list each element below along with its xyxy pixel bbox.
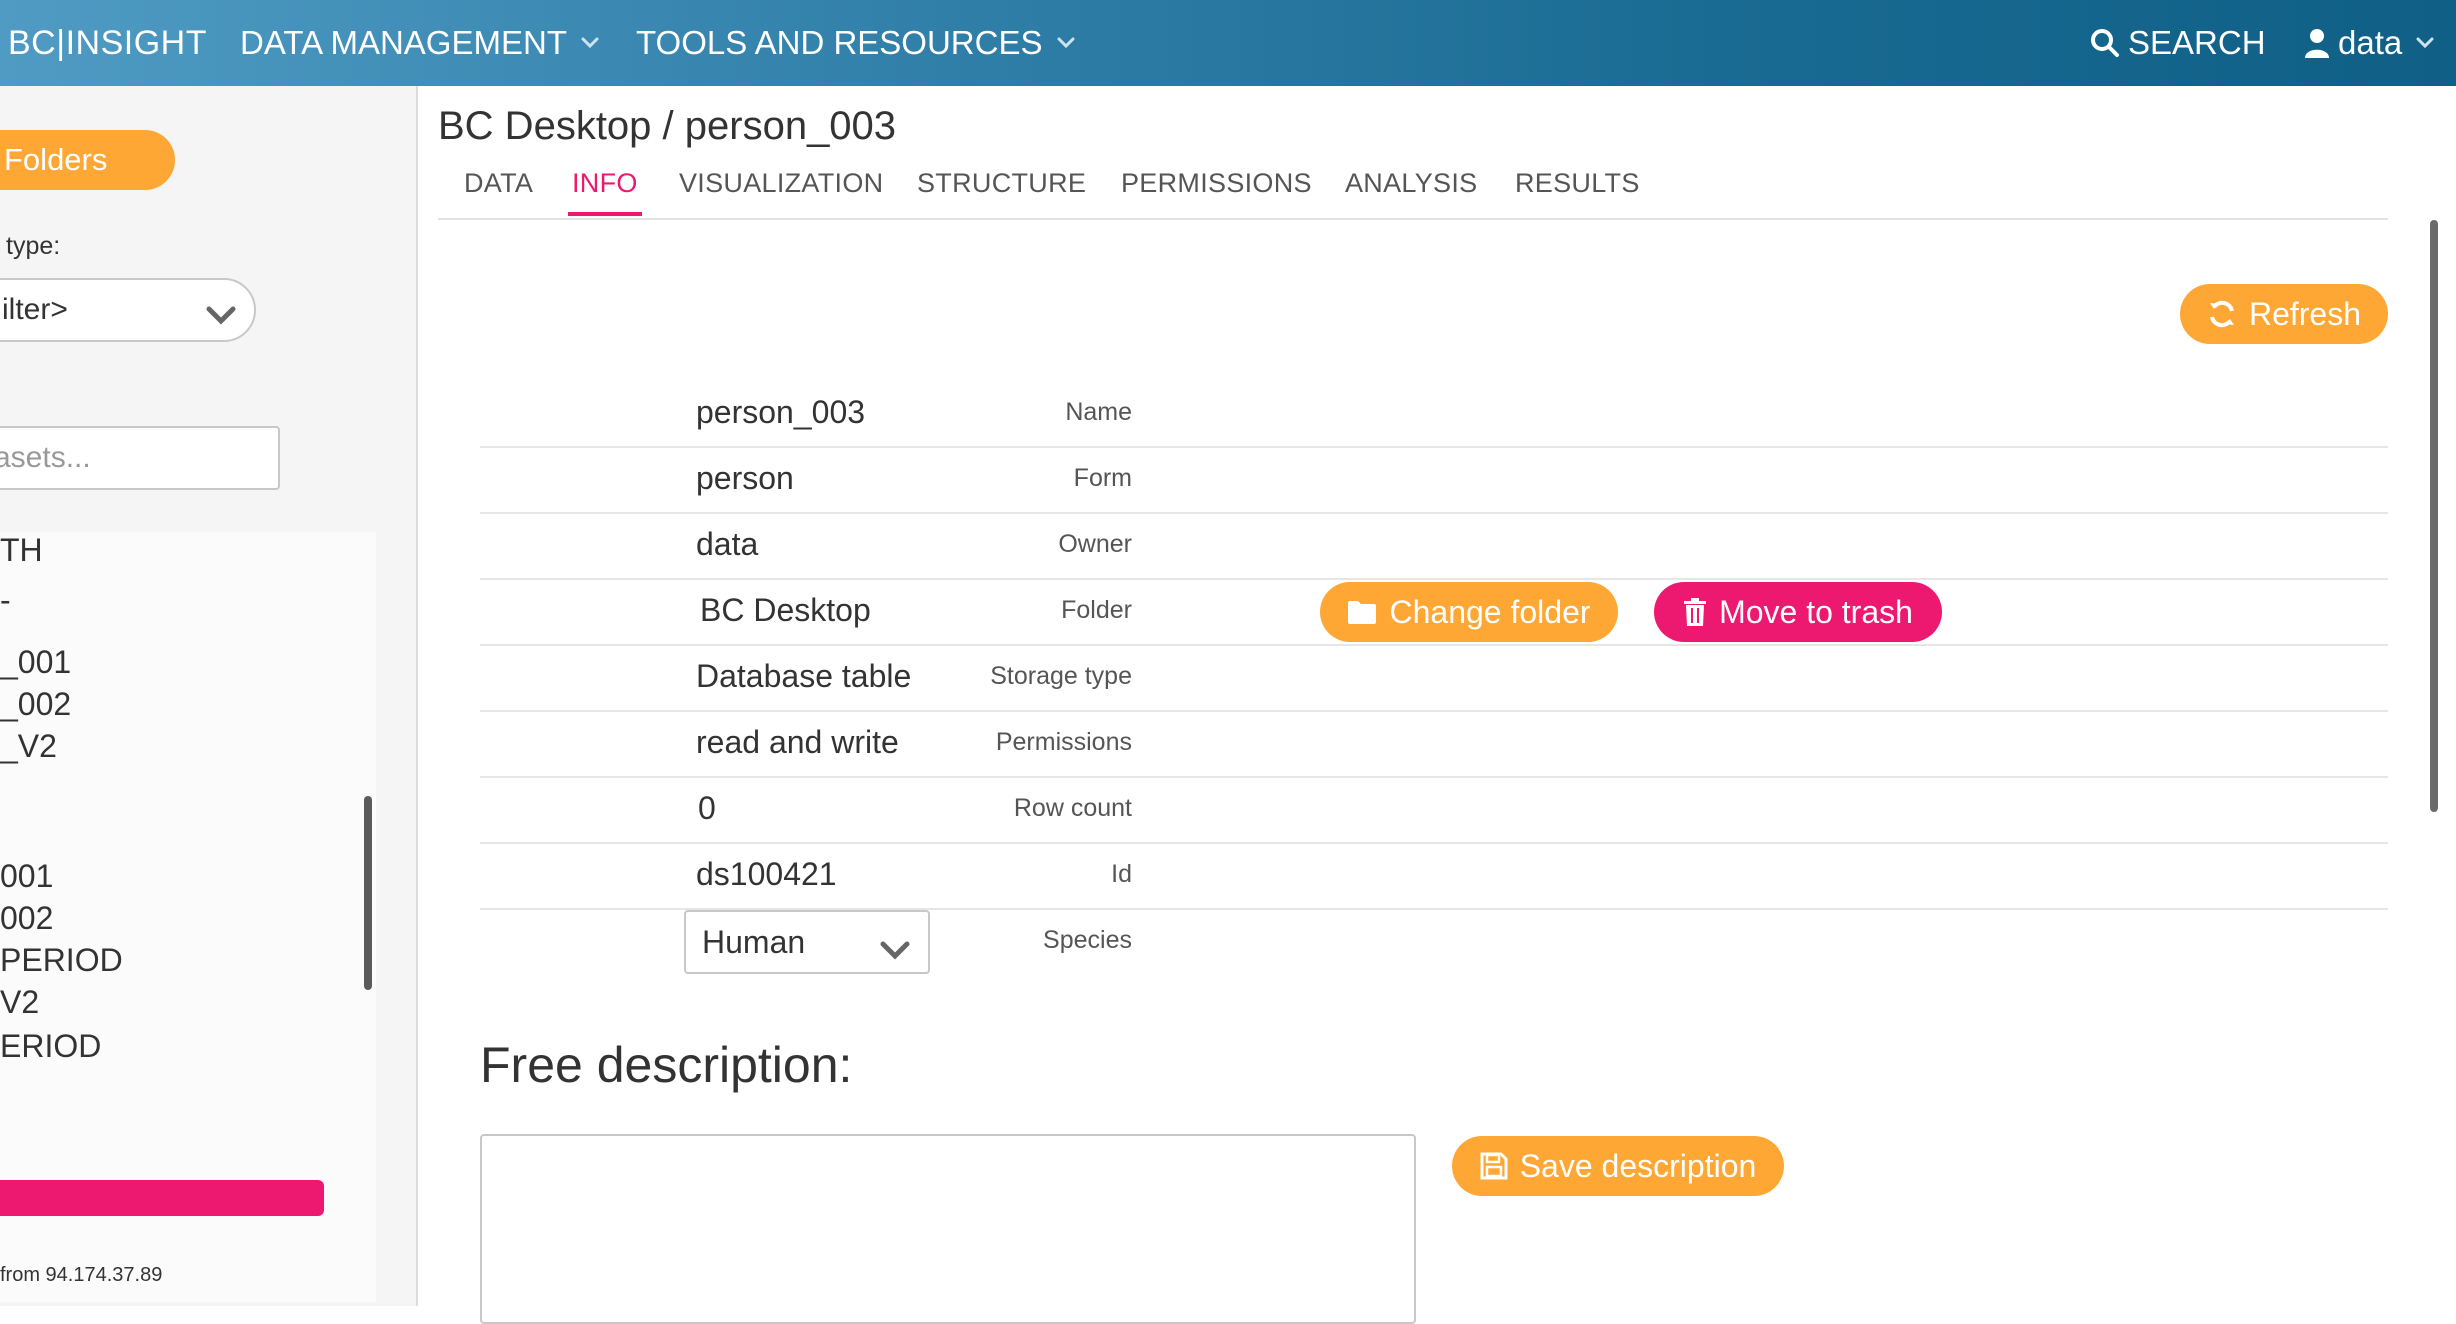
dataset-search-placeholder: asets...: [0, 441, 91, 474]
nav-tools-resources-label: TOOLS AND RESOURCES: [636, 24, 1043, 61]
nav-search[interactable]: SEARCH: [2090, 0, 2266, 86]
chevron-down-icon: [2416, 37, 2434, 49]
change-folder-button[interactable]: Change folder: [1320, 582, 1618, 642]
refresh-icon: [2207, 299, 2237, 329]
info-row-id: Id ds100421: [480, 844, 2388, 910]
chevron-down-icon: [581, 37, 599, 49]
info-label: Species: [1043, 926, 1132, 954]
refresh-button-label: Refresh: [2248, 295, 2362, 332]
info-value: 0: [698, 790, 716, 826]
nav-data-management[interactable]: DATA MANAGEMENT: [240, 0, 599, 86]
species-select-value: Human: [702, 923, 806, 960]
info-value: BC Desktop: [700, 592, 871, 628]
list-item[interactable]: ERIOD: [0, 1028, 101, 1065]
tab-analysis[interactable]: ANALYSIS: [1345, 168, 1477, 199]
list-item[interactable]: TH: [0, 532, 43, 569]
info-label: Folder: [1061, 596, 1132, 624]
info-value: data: [696, 526, 759, 562]
save-description-label: Save description: [1519, 1147, 1757, 1184]
info-row-form: Form person: [480, 448, 2388, 514]
search-icon: [2090, 28, 2120, 58]
nav-data-management-label: DATA MANAGEMENT: [240, 24, 567, 61]
login-info-text: from 94.174.37.89: [0, 1264, 163, 1286]
save-description-button[interactable]: Save description: [1452, 1136, 1784, 1196]
list-item[interactable]: 001: [0, 858, 53, 895]
chevron-down-icon: [880, 932, 910, 969]
list-item[interactable]: V2: [0, 984, 39, 1021]
info-label: Permissions: [995, 728, 1132, 756]
info-value: ds100421: [696, 856, 837, 892]
info-value: person: [696, 460, 794, 496]
refresh-button[interactable]: Refresh: [2180, 284, 2388, 344]
free-description-heading: Free description:: [480, 1037, 853, 1093]
brand-logo[interactable]: BC|INSIGHT: [8, 0, 207, 86]
tab-info[interactable]: INFO: [572, 168, 638, 199]
info-label: Storage type: [990, 662, 1132, 690]
info-value: person_003: [696, 394, 866, 430]
tab-visualization[interactable]: VISUALIZATION: [679, 168, 883, 199]
info-label: Name: [1065, 398, 1132, 426]
move-to-trash-button[interactable]: Move to trash: [1654, 582, 1942, 642]
info-value: Database table: [696, 658, 912, 694]
tab-bar: DATA INFO VISUALIZATION STRUCTURE PERMIS…: [438, 160, 2388, 220]
dataset-search-input[interactable]: asets...: [0, 426, 280, 490]
info-row-permissions: Permissions read and write: [480, 712, 2388, 778]
page-title: BC Desktop / person_003: [438, 104, 897, 148]
list-item[interactable]: _001: [0, 644, 71, 681]
sidebar-scrollbar[interactable]: [364, 796, 372, 990]
dataset-info-table: Name person_003 Form person Owner data F…: [480, 382, 2388, 976]
move-to-trash-label: Move to trash: [1719, 593, 1913, 630]
sidebar-action-bar[interactable]: [0, 1180, 324, 1216]
chevron-down-icon: [1057, 37, 1075, 49]
type-filter-label: type:: [6, 232, 61, 260]
type-filter-value: ilter>: [2, 293, 68, 326]
species-select[interactable]: Human: [684, 910, 930, 974]
description-textarea[interactable]: [480, 1134, 1416, 1324]
info-row-name: Name person_003: [480, 382, 2388, 448]
info-value: read and write: [696, 724, 899, 760]
info-label: Row count: [1013, 794, 1132, 822]
tab-permissions[interactable]: PERMISSIONS: [1121, 168, 1312, 199]
list-item[interactable]: PERIOD: [0, 942, 123, 979]
info-label: Id: [1111, 860, 1132, 888]
main-scrollbar[interactable]: [2430, 220, 2438, 812]
save-icon: [1480, 1152, 1508, 1180]
sidebar: Folders type: ilter> asets... TH - _001 …: [0, 86, 418, 1306]
info-label: Owner: [1058, 530, 1132, 558]
user-icon: [2304, 28, 2330, 58]
chevron-down-icon: [206, 300, 236, 334]
trash-icon: [1683, 597, 1707, 627]
top-navbar: BC|INSIGHT DATA MANAGEMENT TOOLS AND RES…: [0, 0, 2456, 86]
tab-results[interactable]: RESULTS: [1515, 168, 1640, 199]
info-row-owner: Owner data: [480, 514, 2388, 580]
list-item[interactable]: 002: [0, 900, 53, 937]
nav-search-label: SEARCH: [2128, 24, 2266, 61]
tab-data[interactable]: DATA: [464, 168, 533, 199]
info-row-row-count: Row count 0: [480, 778, 2388, 844]
folders-button-label: Folders: [4, 142, 108, 177]
list-item[interactable]: _V2: [0, 728, 57, 765]
info-label: Form: [1073, 464, 1132, 492]
nav-tools-resources[interactable]: TOOLS AND RESOURCES: [636, 0, 1075, 86]
nav-user-menu[interactable]: data: [2304, 0, 2434, 86]
tab-structure[interactable]: STRUCTURE: [917, 168, 1086, 199]
info-row-storage-type: Storage type Database table: [480, 646, 2388, 712]
folders-button[interactable]: Folders: [0, 130, 175, 190]
change-folder-label: Change folder: [1389, 593, 1591, 630]
list-item[interactable]: _002: [0, 686, 71, 723]
type-filter-select[interactable]: ilter>: [0, 278, 256, 342]
list-item[interactable]: -: [0, 582, 11, 619]
nav-user-label: data: [2338, 24, 2403, 61]
folder-icon: [1347, 599, 1377, 625]
active-tab-indicator: [568, 212, 642, 216]
